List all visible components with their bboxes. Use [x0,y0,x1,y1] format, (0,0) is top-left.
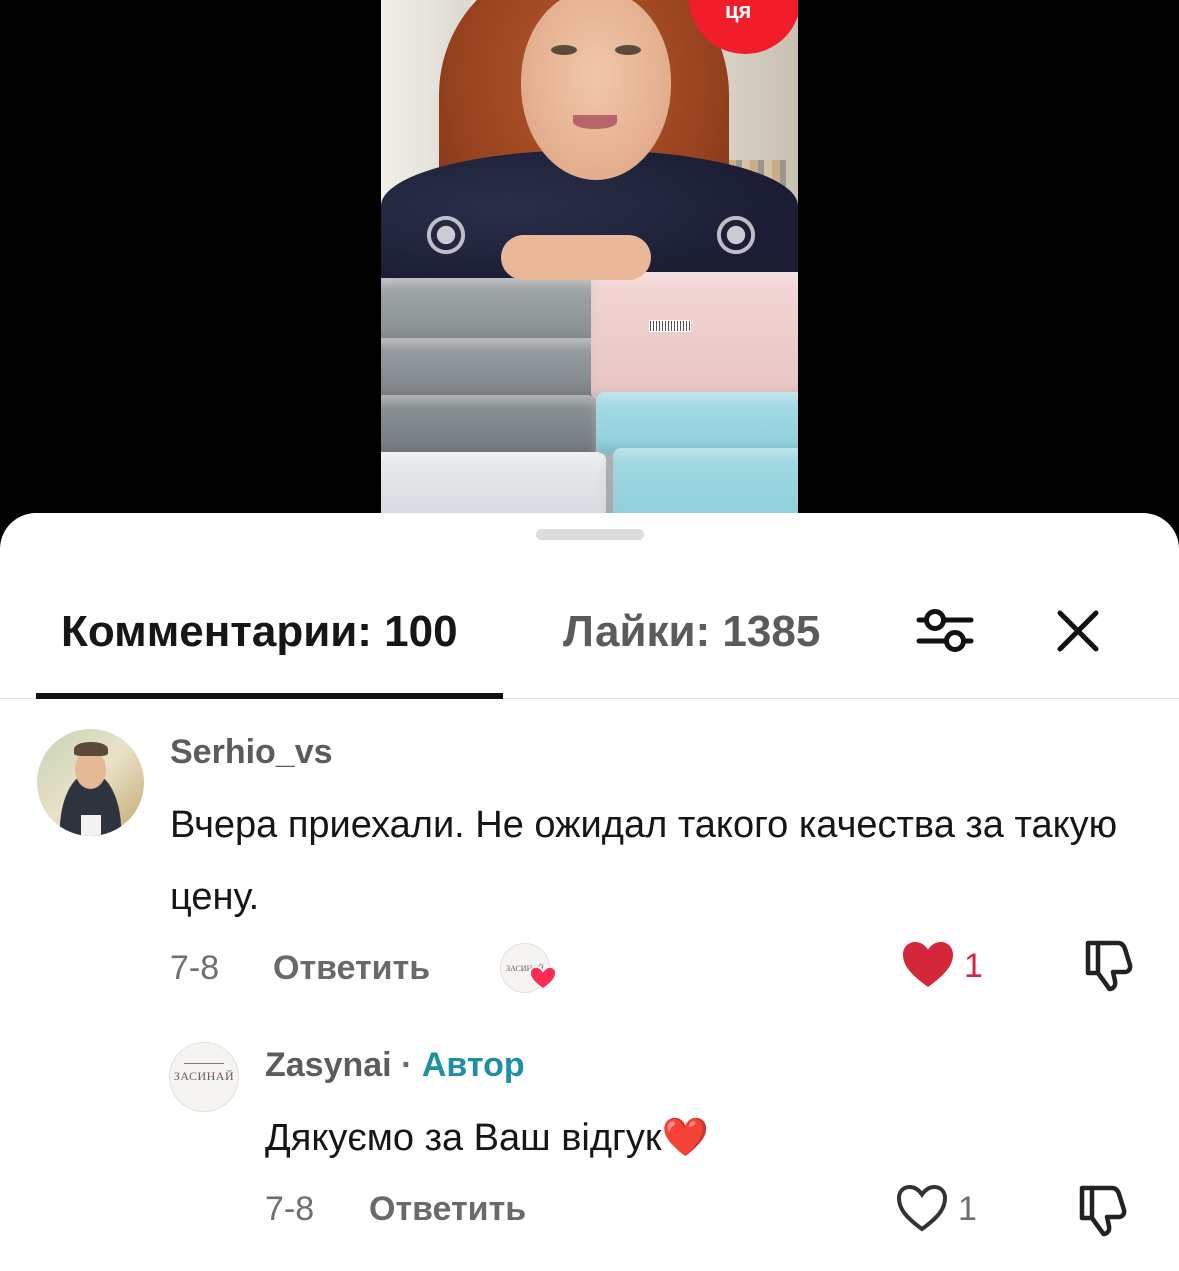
avatar-shirt [81,815,101,836]
video-person-mouth [573,115,617,129]
comment-date: 7-8 [170,949,220,987]
reply-username-line: Zasynai · Автор [265,1046,525,1085]
video-grey-bedding-pack [381,395,596,457]
tab-likes[interactable]: Лайки: 1385 [563,607,820,657]
comments-sheet: Комментарии: 100 Лайки: 1385 Serhio_vs В… [0,513,1179,1271]
tab-comments[interactable]: Комментарии: 100 [61,607,458,657]
comments-tabs: Комментарии: 100 Лайки: 1385 [0,591,1179,699]
video-promo-badge-text: ця [725,0,752,23]
heart-icon [529,965,557,991]
video-frame[interactable]: ця [381,0,798,540]
thumbs-down-icon [1085,940,1133,992]
video-grey-bedding-pack [381,338,601,400]
video-embroidery-right [701,200,771,270]
reply-item: ЗАСИНАЙ Zasynai · Автор Дякуємо за Ваш в… [0,1042,1179,1262]
like-count: 1 [958,1190,977,1228]
video-person-eye-right [615,45,641,55]
like-count: 1 [964,947,983,985]
reply-button[interactable]: Ответить [273,949,430,988]
creator-liked-indicator: ЗАСИНАЙ [500,943,560,1003]
avatar-logo-line [184,1063,224,1064]
username-separator: · [401,1046,413,1084]
dislike-button[interactable] [1074,1182,1130,1238]
reply-text: Дякуємо за Ваш відгук❤️ [265,1117,709,1159]
video-person-eye-left [551,45,577,55]
avatar-logo: ЗАСИНАЙ [173,1069,235,1083]
avatar[interactable] [37,729,144,836]
like-button[interactable] [894,1182,950,1234]
reply-date: 7-8 [265,1190,315,1228]
video-grey-bedding-pack [381,278,621,344]
filter-sliders-icon [916,609,974,652]
heart-icon [896,1184,948,1232]
avatar[interactable]: ЗАСИНАЙ [169,1042,239,1112]
filter-button[interactable] [913,599,977,663]
comment-text: Вчера приехали. Не ожидал такого качеств… [170,804,1118,918]
heart-icon [903,942,953,987]
reply-username[interactable]: Zasynai [265,1046,392,1084]
close-button[interactable] [1046,599,1110,663]
avatar-hair [74,742,108,756]
sheet-drag-handle[interactable] [536,529,644,540]
video-barcode-label [649,320,691,332]
video-embroidery-left [411,200,481,270]
comment-item: Serhio_vs Вчера приехали. Не ожидал тако… [0,729,1179,1009]
video-person-hands [501,235,651,280]
thumbs-down-icon [1079,1185,1127,1237]
comment-username[interactable]: Serhio_vs [170,733,333,772]
dislike-button[interactable] [1080,937,1136,993]
video-player[interactable]: ця [0,0,1179,540]
video-blue-bedding-pack [596,392,798,454]
close-icon [1057,610,1099,652]
like-button[interactable] [900,939,956,991]
author-badge: Автор [421,1046,525,1084]
active-tab-indicator [36,693,503,699]
video-pink-bedding-pack [591,272,798,400]
reply-button[interactable]: Ответить [369,1190,526,1229]
